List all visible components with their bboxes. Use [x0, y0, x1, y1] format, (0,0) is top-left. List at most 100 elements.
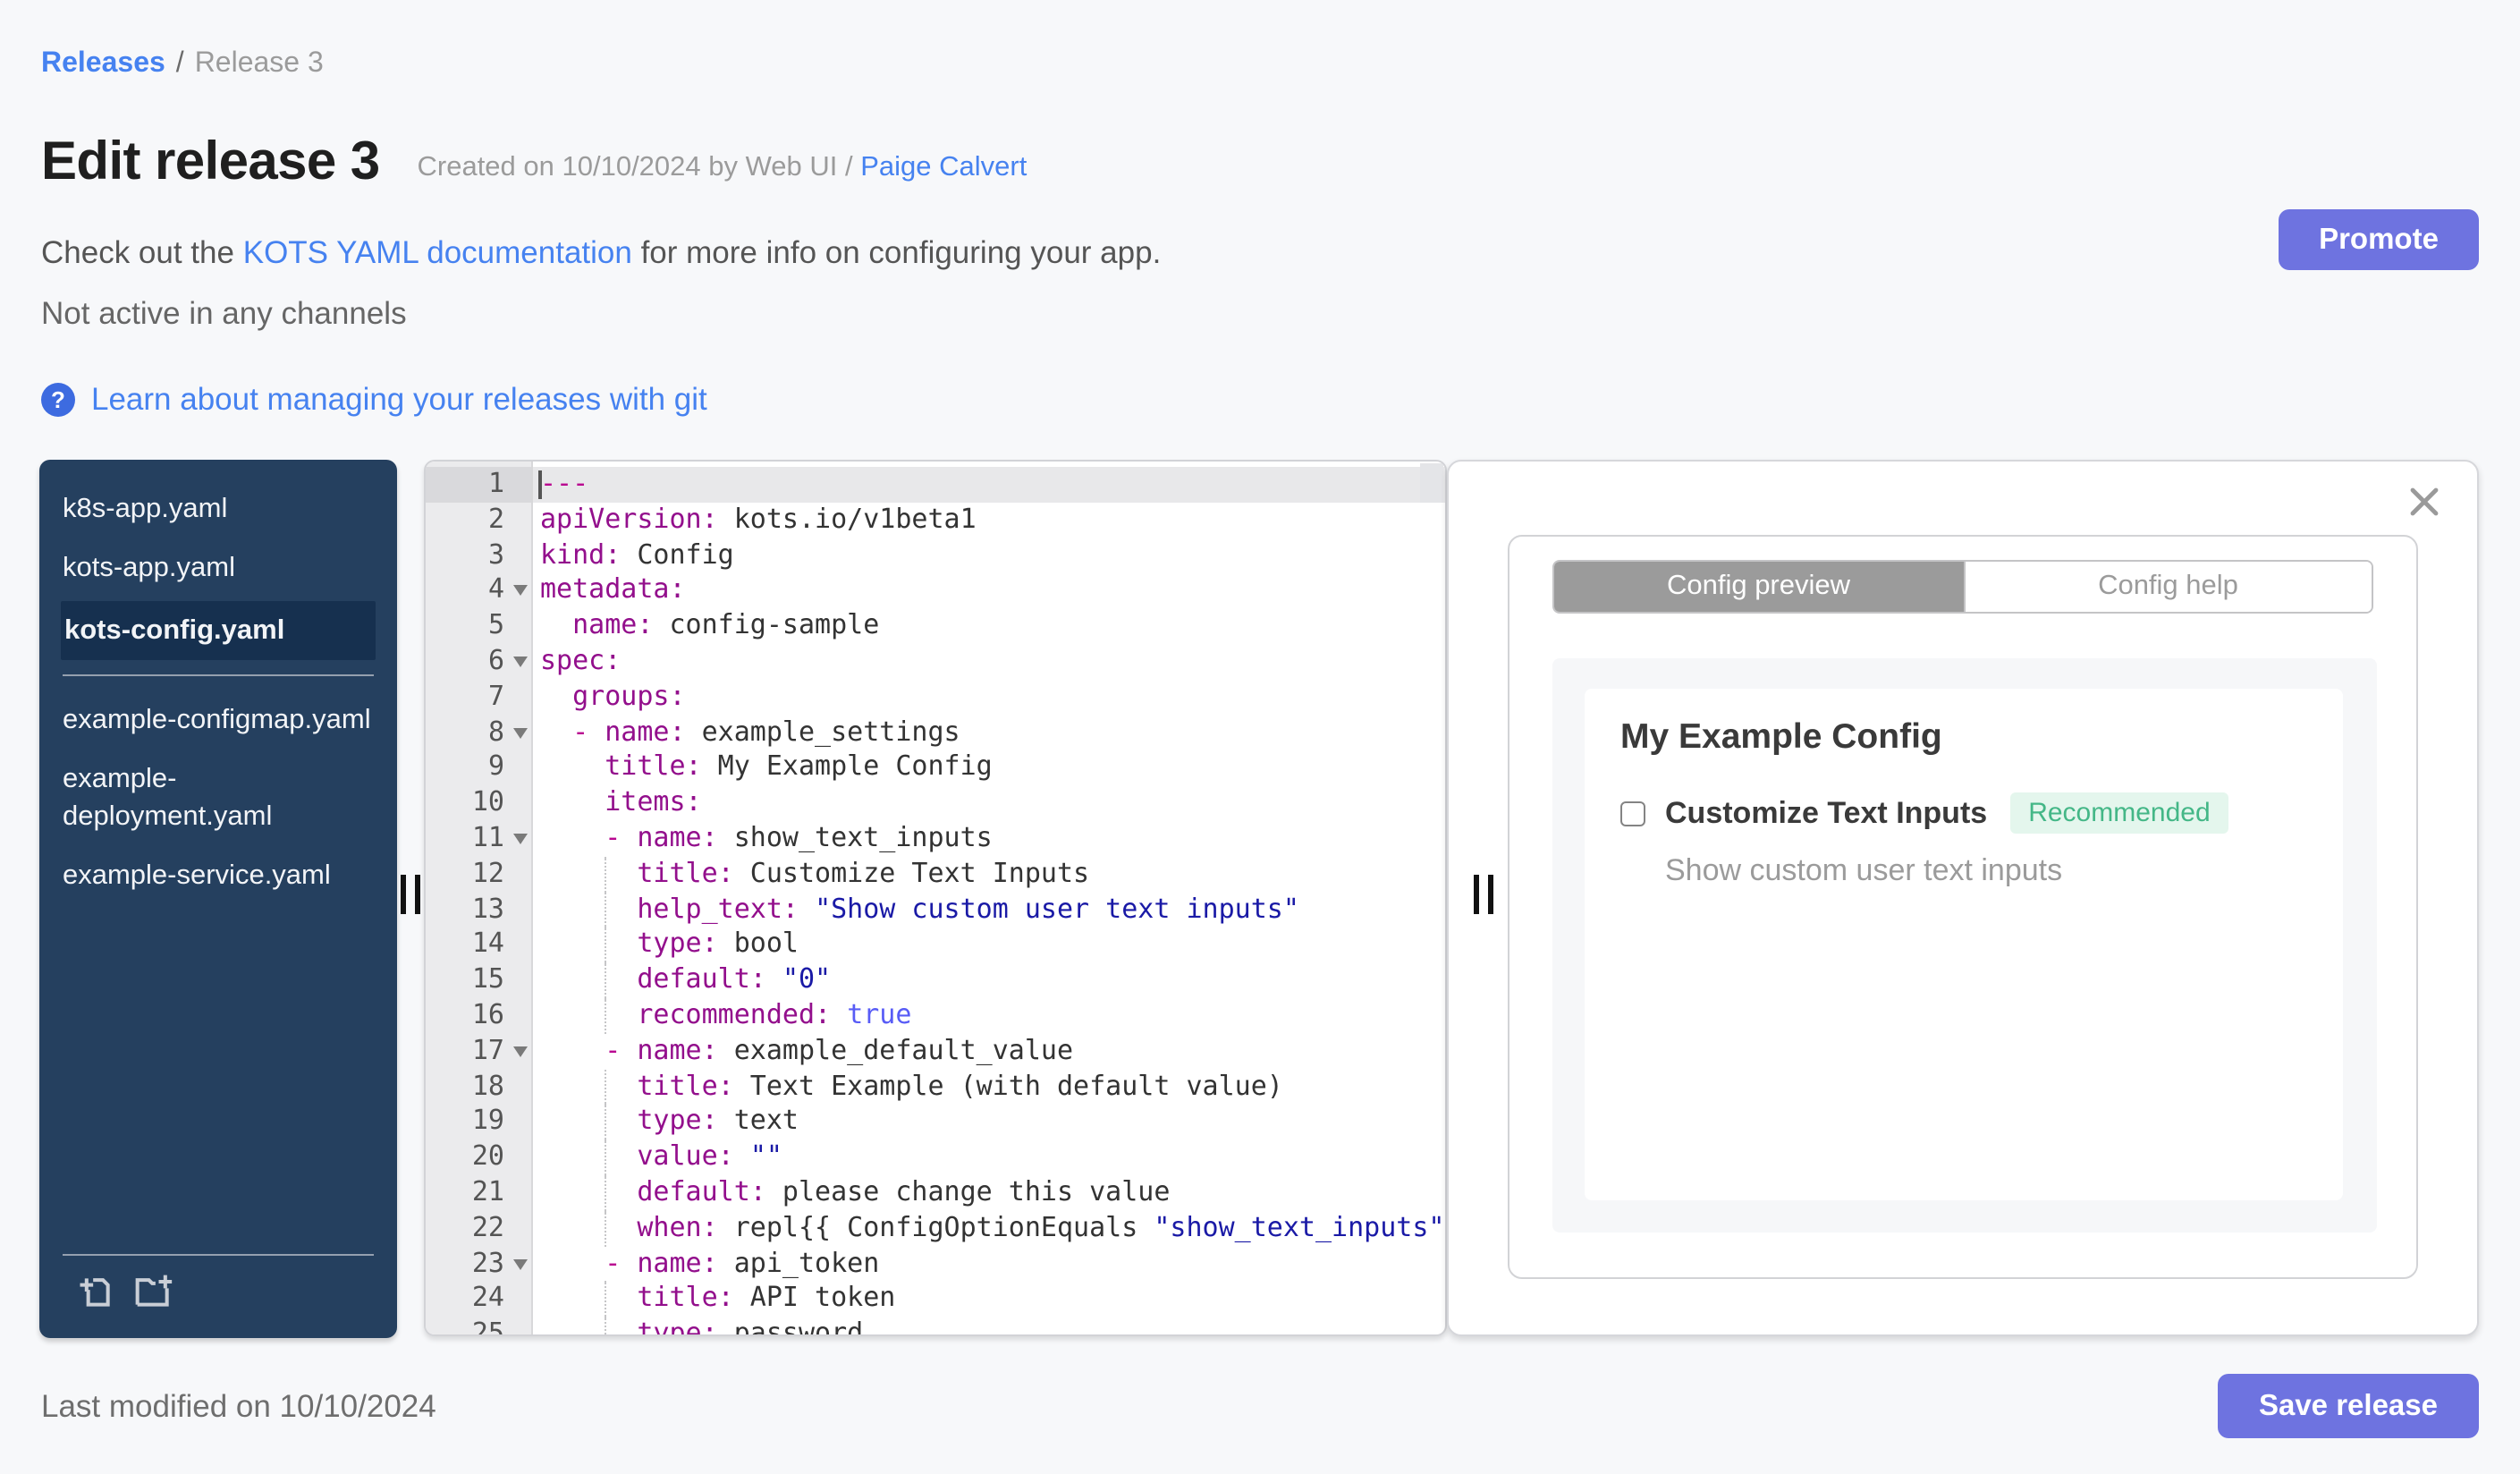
gutter-line-number: 12 — [471, 856, 504, 889]
kots-docs-link[interactable]: KOTS YAML documentation — [243, 234, 632, 270]
code-line[interactable]: title: Customize Text Inputs — [533, 856, 1445, 893]
code-token: Customize Text Inputs — [733, 856, 1090, 889]
code-line[interactable]: spec: — [533, 644, 1445, 680]
code-line[interactable]: title: Text Example (with default value) — [533, 1069, 1445, 1105]
breadcrumb: Releases / Release 3 — [41, 48, 324, 80]
code-line[interactable]: --- — [533, 467, 1445, 503]
code-line[interactable]: type: password — [533, 1317, 1445, 1334]
code-line[interactable]: when: repl{{ ConfigOptionEquals "show_te… — [533, 1210, 1445, 1247]
pane-resize-handle-right[interactable] — [1474, 875, 1499, 914]
tab-config-help[interactable]: Config help — [1963, 562, 2372, 612]
fold-arrow-icon[interactable] — [513, 1046, 528, 1057]
code-line[interactable]: - name: example_settings — [533, 715, 1445, 750]
config-group-title: My Example Config — [1620, 717, 1942, 757]
code-line[interactable]: kind: Config — [533, 538, 1445, 573]
created-text: Created on 10/10/2024 by Web UI / — [417, 152, 861, 182]
indent-guide — [605, 1317, 606, 1334]
gutter-line-number: 10 — [471, 785, 504, 818]
file-item-active[interactable]: kots-config.yaml — [61, 601, 376, 660]
code-token: text — [717, 1104, 799, 1137]
file-item[interactable]: example-service.yaml — [39, 846, 397, 905]
code-token: type: — [637, 1317, 718, 1334]
fold-arrow-icon[interactable] — [513, 656, 528, 667]
code-line[interactable]: default: please change this value — [533, 1174, 1445, 1211]
created-by-link[interactable]: Paige Calvert — [860, 152, 1027, 182]
save-release-button[interactable]: Save release — [2218, 1374, 2479, 1438]
code-line[interactable]: type: bool — [533, 927, 1445, 963]
code-line[interactable]: title: My Example Config — [533, 750, 1445, 786]
fold-arrow-icon[interactable] — [513, 727, 528, 739]
code-line[interactable]: metadata: — [533, 573, 1445, 609]
gutter-line-number: 22 — [471, 1210, 504, 1243]
code-token: Config — [621, 538, 734, 571]
docs-pre-text: Check out the — [41, 234, 243, 270]
code-line[interactable]: help_text: "Show custom user text inputs… — [533, 892, 1445, 928]
code-line[interactable]: type: text — [533, 1104, 1445, 1140]
tab-config-preview[interactable]: Config preview — [1554, 562, 1963, 612]
pane-resize-handle-left[interactable] — [401, 875, 426, 914]
code-token: kots.io/v1beta1 — [717, 502, 977, 535]
code-token: name: — [637, 1246, 718, 1279]
fold-arrow-icon[interactable] — [513, 1258, 528, 1270]
indent-guide — [605, 892, 606, 928]
created-info: Created on 10/10/2024 by Web UI / Paige … — [418, 141, 1027, 184]
code-line[interactable]: default: "0" — [533, 962, 1445, 998]
last-modified-text: Last modified on 10/10/2024 — [41, 1388, 436, 1424]
code-line[interactable]: apiVersion: kots.io/v1beta1 — [533, 503, 1445, 538]
close-icon[interactable] — [2409, 487, 2440, 517]
code-line[interactable]: recommended: true — [533, 997, 1445, 1034]
file-item[interactable]: example-deployment.yaml — [39, 750, 397, 846]
editor-code-area[interactable]: --- apiVersion: kots.io/v1beta1 kind: Conf… — [533, 462, 1445, 1334]
file-item[interactable]: k8s-app.yaml — [39, 479, 397, 538]
new-file-icon[interactable] — [75, 1272, 114, 1320]
code-token: "Show custom user text inputs" — [815, 892, 1299, 925]
editor-scrollbar-thumb[interactable] — [1420, 463, 1443, 503]
file-list: k8s-app.yaml kots-app.yaml kots-config.yam… — [39, 460, 397, 1254]
fold-arrow-icon[interactable] — [513, 585, 528, 597]
indent-guide — [605, 1069, 606, 1105]
indent-guide — [605, 1104, 606, 1140]
new-folder-icon[interactable] — [132, 1272, 175, 1320]
yaml-editor[interactable]: 1 2 3 4 5 6 7 8 9 10 11 12 13 14 15 16 17 18 19 20 21 22 23 24 2… — [424, 460, 1447, 1336]
code-line[interactable]: - name: show_text_inputs — [533, 821, 1445, 857]
sidebar-icons — [39, 1272, 397, 1320]
code-line[interactable]: - name: api_token — [533, 1246, 1445, 1282]
code-line[interactable]: - name: example_default_value — [533, 1034, 1445, 1070]
code-line[interactable]: value: "" — [533, 1139, 1445, 1175]
config-checkbox[interactable] — [1620, 801, 1645, 826]
code-token: title: — [637, 856, 734, 889]
code-token: value: — [637, 1139, 734, 1173]
file-item[interactable]: kots-app.yaml — [39, 538, 397, 597]
code-line[interactable]: name: config-sample — [533, 608, 1445, 644]
gutter-line-number: 20 — [471, 1139, 504, 1173]
code-line[interactable]: groups: — [533, 680, 1445, 716]
gutter-line-number: 9 — [487, 750, 504, 783]
code-token: kind: — [540, 538, 622, 571]
page-title: Edit release 3 — [41, 132, 380, 191]
gutter-line-number: 8 — [426, 715, 531, 750]
code-line[interactable]: items: — [533, 785, 1445, 821]
code-line[interactable]: title: API token — [533, 1281, 1445, 1317]
breadcrumb-releases-link[interactable]: Releases — [41, 48, 165, 79]
file-item[interactable]: example-configmap.yaml — [39, 690, 397, 750]
code-token: default: — [637, 1174, 766, 1207]
code-token: true — [847, 997, 912, 1030]
code-token: - — [572, 715, 605, 748]
promote-button[interactable]: Promote — [2279, 209, 2479, 270]
config-item-label: Customize Text Inputs — [1665, 795, 1988, 829]
fold-arrow-icon[interactable] — [513, 833, 528, 844]
code-token: api_token — [717, 1246, 880, 1279]
git-releases-link[interactable]: Learn about managing your releases with … — [91, 381, 707, 419]
help-question-icon[interactable]: ? — [41, 383, 75, 417]
